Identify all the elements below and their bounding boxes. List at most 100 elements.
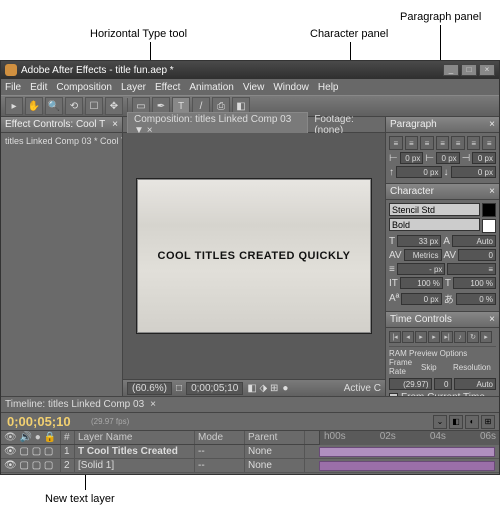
right-panels: Paragraph × ≡ ≡ ≡ ≡ ≡ ≡ ≡ ⊢0 px bbox=[385, 117, 499, 397]
menu-composition[interactable]: Composition bbox=[56, 82, 112, 93]
pan-behind-tool[interactable]: ✥ bbox=[105, 97, 123, 115]
indent-left-icon: ⊢ bbox=[389, 153, 398, 164]
effect-controls-tab[interactable]: Effect Controls: Cool T × bbox=[1, 117, 122, 133]
shy-button[interactable]: ⌄ bbox=[433, 415, 447, 429]
hand-tool[interactable]: ✋ bbox=[25, 97, 43, 115]
menu-edit[interactable]: Edit bbox=[30, 82, 47, 93]
stroke-opts-field[interactable]: ≡ bbox=[447, 263, 496, 275]
timeline-tab[interactable]: Timeline: titles Linked Comp 03 × bbox=[1, 397, 499, 413]
justify-all-button[interactable]: ≡ bbox=[482, 136, 496, 150]
justify-left-button[interactable]: ≡ bbox=[436, 136, 450, 150]
vscale-field[interactable]: 100 % bbox=[400, 277, 443, 289]
menu-window[interactable]: Window bbox=[273, 82, 309, 93]
timeline-ruler[interactable]: h00s 02s 04s 06s bbox=[319, 431, 499, 445]
frame-blend-button[interactable]: ◧ bbox=[449, 415, 463, 429]
font-size-field[interactable]: 33 px bbox=[397, 235, 441, 247]
ruler-tick: 06s bbox=[480, 431, 496, 445]
last-frame-button[interactable]: ▸| bbox=[441, 331, 453, 343]
kerning-field[interactable]: Metrics bbox=[404, 249, 442, 261]
app-icon bbox=[5, 64, 17, 76]
menu-layer[interactable]: Layer bbox=[121, 82, 146, 93]
minimize-button[interactable]: _ bbox=[443, 64, 459, 76]
menu-help[interactable]: Help bbox=[318, 82, 339, 93]
active-camera-label[interactable]: Active C bbox=[344, 383, 381, 394]
rotate-tool[interactable]: ⟲ bbox=[65, 97, 83, 115]
play-button[interactable]: ▸ bbox=[415, 331, 427, 343]
audio-button[interactable]: ♪ bbox=[454, 331, 466, 343]
layer-name[interactable]: T Cool Titles Created bbox=[75, 445, 195, 458]
layer-name[interactable]: [Solid 1] bbox=[75, 459, 195, 472]
indent-first-field[interactable]: 0 px bbox=[436, 152, 460, 164]
close-icon[interactable]: × bbox=[150, 399, 156, 410]
ram-preview-label: RAM Preview Options bbox=[389, 346, 496, 358]
character-tab[interactable]: Character × bbox=[386, 184, 499, 200]
layer-bar[interactable] bbox=[319, 461, 495, 471]
channel-icon[interactable]: ● bbox=[282, 383, 288, 394]
prev-frame-button[interactable]: ◂ bbox=[402, 331, 414, 343]
timeline-tab-label: Timeline: titles Linked Comp 03 bbox=[5, 399, 144, 410]
leading-field[interactable]: Auto bbox=[452, 235, 496, 247]
column-parent: Parent bbox=[245, 431, 305, 444]
viewer-icons[interactable]: ◧ ⬗ ⊞ bbox=[247, 383, 278, 394]
close-icon[interactable]: × bbox=[112, 119, 118, 130]
table-row[interactable]: 👁 ▢ ▢ ▢ 1 T Cool Titles Created -- None bbox=[1, 445, 499, 459]
menu-file[interactable]: File bbox=[5, 82, 21, 93]
baseline-field[interactable]: 0 px bbox=[401, 293, 441, 305]
close-icon[interactable]: × bbox=[489, 186, 495, 197]
table-row[interactable]: 👁 ▢ ▢ ▢ 2 [Solid 1] -- None bbox=[1, 459, 499, 473]
viewer[interactable]: COOL TITLES CREATED QUICKLY bbox=[123, 133, 385, 379]
selection-tool[interactable]: ▸ bbox=[5, 97, 23, 115]
zoom-tool[interactable]: 🔍 bbox=[45, 97, 63, 115]
menu-effect[interactable]: Effect bbox=[155, 82, 180, 93]
stroke-width-field[interactable]: - px bbox=[397, 263, 446, 275]
space-after-icon: ↓ bbox=[444, 167, 449, 178]
space-after-field[interactable]: 0 px bbox=[451, 166, 497, 178]
layer-mode[interactable]: -- bbox=[195, 445, 245, 458]
indent-right-field[interactable]: 0 px bbox=[472, 152, 496, 164]
layer-parent[interactable]: None bbox=[245, 445, 305, 458]
justify-right-button[interactable]: ≡ bbox=[467, 136, 481, 150]
fill-color-swatch[interactable] bbox=[482, 203, 496, 217]
rendered-text-layer[interactable]: COOL TITLES CREATED QUICKLY bbox=[158, 250, 351, 262]
loop-button[interactable]: ↻ bbox=[467, 331, 479, 343]
current-time[interactable]: 0;00;05;10 bbox=[1, 414, 91, 429]
space-before-field[interactable]: 0 px bbox=[396, 166, 442, 178]
paragraph-tab[interactable]: Paragraph × bbox=[386, 117, 499, 133]
graph-editor-button[interactable]: ⊞ bbox=[481, 415, 495, 429]
layer-parent[interactable]: None bbox=[245, 459, 305, 472]
menu-animation[interactable]: Animation bbox=[189, 82, 233, 93]
indent-first-icon: ⊢ bbox=[425, 153, 434, 164]
column-mode: Mode bbox=[195, 431, 245, 444]
format-icon[interactable]: □ bbox=[176, 383, 182, 394]
align-left-button[interactable]: ≡ bbox=[389, 136, 403, 150]
align-center-button[interactable]: ≡ bbox=[405, 136, 419, 150]
close-icon[interactable]: × bbox=[489, 119, 495, 130]
font-style-select[interactable]: Bold bbox=[389, 218, 480, 231]
maximize-button[interactable]: □ bbox=[461, 64, 477, 76]
viewer-footer: (60.6%) □ 0;00;05;10 ◧ ⬗ ⊞ ● Active C bbox=[123, 379, 385, 397]
ram-preview-button[interactable]: ▸ bbox=[480, 331, 492, 343]
menu-view[interactable]: View bbox=[243, 82, 265, 93]
skip-field[interactable]: 0 bbox=[434, 378, 452, 390]
tsume-field[interactable]: 0 % bbox=[456, 293, 496, 305]
next-frame-button[interactable]: ▸ bbox=[428, 331, 440, 343]
resolution-field[interactable]: Auto bbox=[454, 378, 497, 390]
motion-blur-button[interactable]: ◐ bbox=[465, 415, 479, 429]
zoom-dropdown[interactable]: (60.6%) bbox=[127, 382, 172, 395]
stroke-color-swatch[interactable] bbox=[482, 219, 496, 233]
layer-mode[interactable]: -- bbox=[195, 459, 245, 472]
justify-center-button[interactable]: ≡ bbox=[451, 136, 465, 150]
indent-left-field[interactable]: 0 px bbox=[400, 152, 424, 164]
close-button[interactable]: × bbox=[479, 64, 495, 76]
layer-bar[interactable] bbox=[319, 447, 495, 457]
viewer-time[interactable]: 0;00;05;10 bbox=[186, 382, 243, 395]
frame-rate-field[interactable]: (29.97) bbox=[389, 378, 432, 390]
tracking-field[interactable]: 0 bbox=[458, 249, 496, 261]
time-controls-tab[interactable]: Time Controls × bbox=[386, 312, 499, 328]
align-right-button[interactable]: ≡ bbox=[420, 136, 434, 150]
camera-tool[interactable]: ☐ bbox=[85, 97, 103, 115]
hscale-field[interactable]: 100 % bbox=[453, 277, 496, 289]
close-icon[interactable]: × bbox=[489, 314, 495, 325]
first-frame-button[interactable]: |◂ bbox=[389, 331, 401, 343]
font-family-select[interactable]: Stencil Std bbox=[389, 203, 480, 216]
